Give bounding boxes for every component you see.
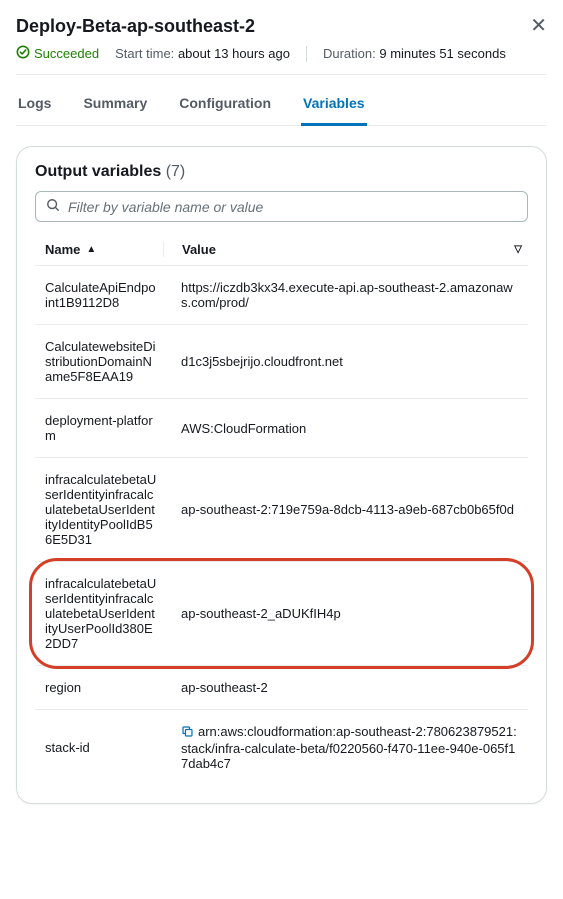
col-name-label: Name [45, 242, 80, 257]
duration-value: 9 minutes 51 seconds [379, 46, 505, 61]
table-header: Name ▲ Value ▽ [35, 242, 528, 266]
col-header-value[interactable]: Value ▽ [163, 242, 528, 257]
table-row: stack-id arn:aws:cloudformation:ap-south… [35, 710, 528, 785]
cell-value: ap-southeast-2_aDUKfIH4p [163, 606, 528, 621]
filter-input[interactable] [68, 199, 517, 215]
table-row: deployment-platform AWS:CloudFormation [35, 399, 528, 458]
cell-name: CalculatewebsiteDistributionDomainName5F… [35, 339, 163, 384]
variables-table: Name ▲ Value ▽ CalculateApiEndpoint1B911… [35, 242, 528, 785]
cell-name: deployment-platform [35, 413, 163, 443]
tab-configuration[interactable]: Configuration [177, 85, 273, 126]
start-time: Start time: about 13 hours ago [115, 46, 290, 61]
cell-name: infracalculatebetaUserIdentityinfracalcu… [35, 472, 163, 547]
cell-value: ap-southeast-2 [163, 680, 528, 695]
duration-label: Duration: [323, 46, 376, 61]
status-badge: Succeeded [16, 45, 99, 62]
start-time-value: about 13 hours ago [178, 46, 290, 61]
close-icon[interactable]: ✕ [530, 16, 547, 36]
success-icon [16, 45, 30, 62]
card-title-text: Output variables [35, 163, 161, 180]
cell-name: CalculateApiEndpoint1B9112D8 [35, 280, 163, 310]
cell-name: stack-id [35, 740, 163, 755]
tab-variables[interactable]: Variables [301, 85, 367, 126]
tab-summary[interactable]: Summary [81, 85, 149, 126]
card-title: Output variables (7) [35, 163, 528, 181]
start-time-label: Start time: [115, 46, 174, 61]
table-row: CalculatewebsiteDistributionDomainName5F… [35, 325, 528, 399]
tab-logs[interactable]: Logs [16, 85, 53, 126]
cell-value: https://iczdb3kx34.execute-api.ap-southe… [163, 280, 528, 310]
sort-asc-icon: ▲ [86, 244, 96, 255]
status-text: Succeeded [34, 46, 99, 61]
table-row: region ap-southeast-2 [35, 666, 528, 710]
divider [306, 46, 307, 62]
col-header-name[interactable]: Name ▲ [35, 242, 163, 257]
copy-icon[interactable] [181, 725, 194, 741]
duration: Duration: 9 minutes 51 seconds [323, 46, 506, 61]
filter-input-wrap[interactable] [35, 191, 528, 222]
table-row: infracalculatebetaUserIdentityinfracalcu… [35, 562, 528, 666]
cell-value: AWS:CloudFormation [163, 421, 528, 436]
page-title: Deploy-Beta-ap-southeast-2 [16, 16, 255, 37]
col-value-label: Value [182, 242, 216, 257]
cell-value: arn:aws:cloudformation:ap-southeast-2:78… [163, 724, 528, 771]
table-row: CalculateApiEndpoint1B9112D8 https://icz… [35, 266, 528, 325]
cell-value-text: arn:aws:cloudformation:ap-southeast-2:78… [181, 724, 517, 771]
search-icon [46, 198, 60, 215]
cell-value: ap-southeast-2:719e759a-8dcb-4113-a9eb-6… [163, 502, 528, 517]
table-row: infracalculatebetaUserIdentityinfracalcu… [35, 458, 528, 562]
cell-name: infracalculatebetaUserIdentityinfracalcu… [35, 576, 163, 651]
sort-icon: ▽ [514, 244, 522, 255]
tabs: Logs Summary Configuration Variables [16, 85, 547, 126]
cell-value: d1c3j5sbejrijo.cloudfront.net [163, 354, 528, 369]
output-variables-card: Output variables (7) Name ▲ Value ▽ Calc… [16, 146, 547, 804]
cell-name: region [35, 680, 163, 695]
card-count: (7) [166, 163, 186, 180]
